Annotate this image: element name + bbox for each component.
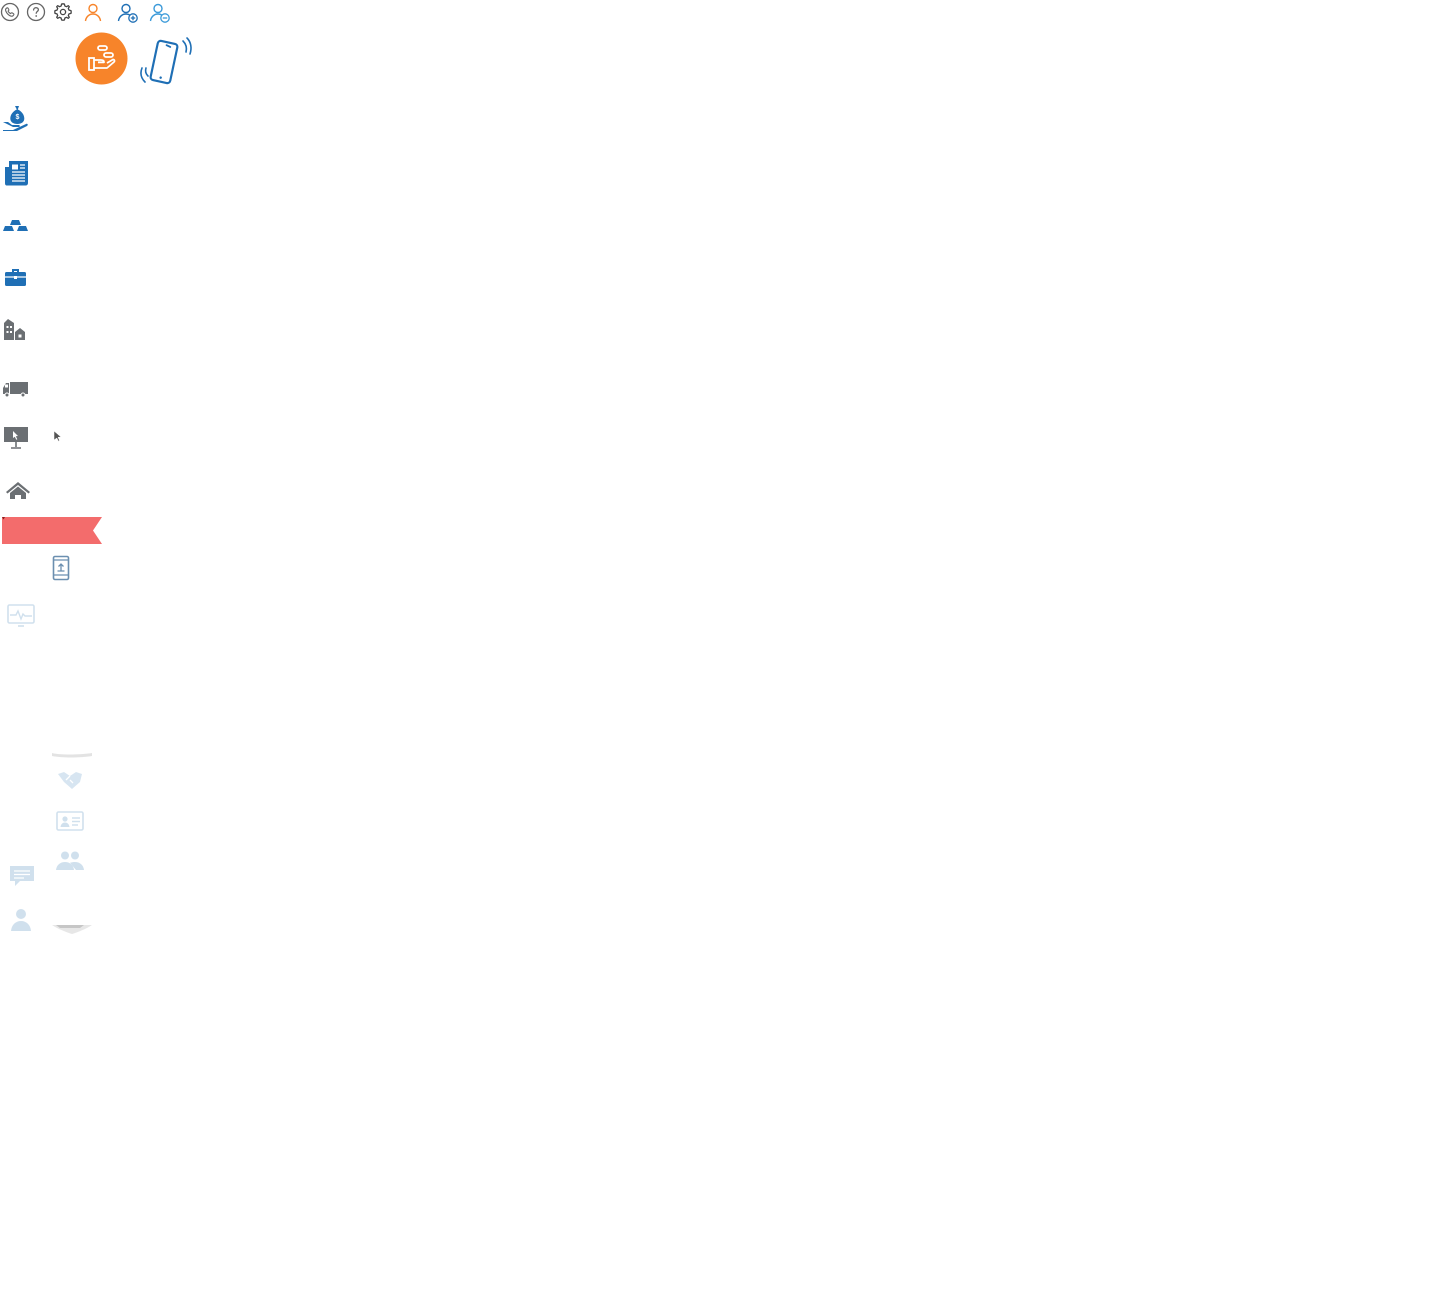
remove-user-icon[interactable] xyxy=(149,2,170,23)
payment-hand-icon[interactable] xyxy=(75,32,128,85)
ribbon-banner xyxy=(2,517,102,544)
settings-icon[interactable] xyxy=(53,2,73,22)
tab-shadow-bottom xyxy=(52,922,92,934)
newspaper-icon[interactable] xyxy=(2,159,30,187)
help-icon[interactable] xyxy=(26,2,46,22)
truck-icon[interactable] xyxy=(2,374,30,402)
user-icon[interactable] xyxy=(83,2,103,22)
money-bag-hand-icon[interactable]: $ xyxy=(2,104,30,132)
presentation-icon[interactable] xyxy=(2,423,30,451)
svg-text:$: $ xyxy=(15,114,19,121)
add-user-icon[interactable] xyxy=(117,2,138,23)
briefcase-icon[interactable] xyxy=(2,264,30,292)
chat-icon[interactable] xyxy=(8,862,36,890)
handshake-icon[interactable] xyxy=(55,766,85,794)
monitor-pulse-icon[interactable] xyxy=(6,602,36,630)
buildings-icon[interactable] xyxy=(2,316,30,344)
users-group-icon[interactable] xyxy=(54,848,86,874)
gold-bars-icon[interactable] xyxy=(2,212,30,240)
id-card-icon[interactable] xyxy=(55,808,85,834)
person-icon[interactable] xyxy=(8,906,34,934)
home-icon[interactable] xyxy=(2,477,30,505)
mobile-upload-icon[interactable] xyxy=(52,555,70,581)
tab-shadow-top xyxy=(52,748,92,758)
phone-icon[interactable] xyxy=(0,2,20,22)
cursor-icon xyxy=(53,430,63,442)
vibrating-phone-icon[interactable] xyxy=(139,36,195,90)
